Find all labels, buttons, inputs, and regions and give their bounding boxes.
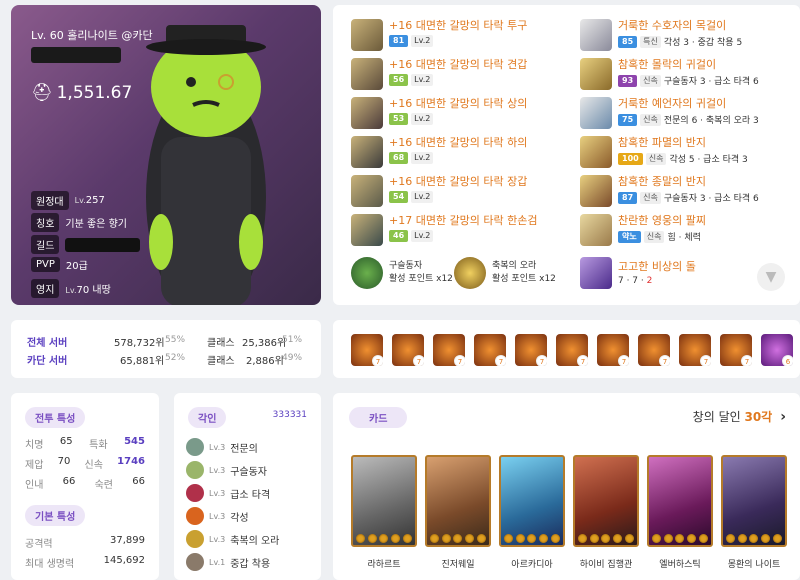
bracelet-item-icon	[580, 214, 612, 246]
item-level-value: 1,551.67	[56, 83, 133, 103]
engraving-icon	[186, 507, 204, 525]
earring-item-icon	[580, 58, 612, 90]
stone-item-icon	[580, 257, 612, 289]
stat-row: 제압 70 신속 1746	[25, 456, 145, 471]
gem-slot[interactable]: 7	[351, 334, 383, 366]
earring-item-icon	[580, 97, 612, 129]
card-name: 진저웨일	[441, 560, 475, 570]
vest-placeholder-icon: ▼	[757, 263, 785, 291]
engraving-item[interactable]: Lv.3 전문의	[186, 438, 258, 456]
engraving-item[interactable]: Lv.3 급소 타격	[186, 484, 270, 502]
stats-panel: 전투 특성 치명 65 특화 545 제압 70 신속 1746 인내 66 숙련 66 기…	[11, 393, 159, 580]
engraving-icon	[186, 461, 204, 479]
cards-header: 카드	[349, 407, 408, 428]
gem-slot[interactable]: 7	[392, 334, 424, 366]
equipment-panel: +16 대면한 갈망의 타락 투구 81 Lv.2 +16 대면한 갈망의 타락 …	[333, 5, 800, 305]
elixir-icon	[454, 257, 486, 289]
engraving-item[interactable]: Lv.1 중갑 착용	[186, 553, 270, 571]
equipment-pants[interactable]: +16 대면한 갈망의 타락 하의 68 Lv.2	[351, 136, 527, 168]
equipment-helmet[interactable]: +16 대면한 갈망의 타락 투구 81 Lv.2	[351, 19, 527, 51]
accessory-bracelet[interactable]: 찬란한 영웅의 팔찌 약노 신속 힘 · 체력	[580, 214, 706, 246]
card-item[interactable]	[573, 455, 639, 547]
engravings-panel: 각인 333331 Lv.3 전문의 Lv.3 구슬동자 Lv.3 급소 타격 Lv.…	[174, 393, 321, 580]
stat-row: 치명 65 특화 545	[25, 436, 145, 451]
accessory-ring-1[interactable]: 참혹한 파멸의 반지 100 신속 각성 5 · 급소 타격 3	[580, 136, 748, 168]
chevron-right-icon: ›	[780, 408, 786, 425]
equipment-shoulder[interactable]: +16 대면한 갈망의 타락 견갑 56 Lv.2	[351, 58, 527, 90]
elixir-1[interactable]: 구슬동자 활성 포인트 x12	[351, 257, 453, 289]
guild-row: 길드	[31, 235, 141, 254]
title-row: 칭호 기분 좋은 향기	[31, 213, 127, 232]
estate-row: 영지 Lv.70 내땅	[31, 279, 111, 298]
redacted-name	[31, 47, 121, 63]
card-name: 라하르트	[367, 560, 401, 570]
attack-row: 공격력 37,899	[25, 535, 145, 550]
equipment-chest[interactable]: +16 대면한 갈망의 타락 상의 53 Lv.2	[351, 97, 527, 129]
engraving-icon	[186, 553, 204, 571]
card-name: 몽환의 나이트	[727, 560, 781, 570]
accessory-necklace[interactable]: 거룩한 수호자의 목걸이 85 특신 각성 3 · 중갑 착용 5	[580, 19, 742, 51]
card-item[interactable]	[647, 455, 713, 547]
chest-item-icon	[351, 97, 383, 129]
helmet-icon: ⛑	[31, 83, 53, 103]
elixir-2[interactable]: 축복의 오라 활성 포인트 x12	[454, 257, 556, 289]
combat-stats-header: 전투 특성	[25, 407, 86, 428]
necklace-item-icon	[580, 19, 612, 51]
helmet-item-icon	[351, 19, 383, 51]
gem-slot[interactable]: 7	[720, 334, 752, 366]
card-item[interactable]	[499, 455, 565, 547]
gem-slot[interactable]: 7	[638, 334, 670, 366]
basic-stats-header: 기본 특성	[25, 505, 86, 526]
pvp-row: PVP 20급	[31, 257, 88, 272]
card-name: 엘버하스틱	[659, 560, 701, 570]
accessory-ring-2[interactable]: 참혹한 종말의 반지 87 신속 구슬동자 3 · 급소 타격 6	[580, 175, 759, 207]
engraving-code: 333331	[272, 410, 307, 420]
expedition-row: 원정대 Lv.257	[31, 191, 105, 210]
gem-slot[interactable]: 7	[515, 334, 547, 366]
gem-slot[interactable]: 7	[433, 334, 465, 366]
equipment-gloves[interactable]: +16 대면한 갈망의 타락 장갑 54 Lv.2	[351, 175, 527, 207]
character-panel: Lv. 60 홀리나이트 @카단 ⛑ 1,551.67 원정대 Lv.257 칭…	[11, 5, 321, 305]
character-portrait	[146, 25, 266, 305]
hp-row: 최대 생명력 145,692	[25, 555, 145, 570]
gem-slot[interactable]: 7	[474, 334, 506, 366]
gem-slot[interactable]: 7	[597, 334, 629, 366]
card-set-effect[interactable]: 창의 달인 30각 ›	[693, 408, 786, 425]
ranking-panel: 전체 서버 578,732위 55% 클래스 25,386위 51% 카단 서버…	[11, 320, 321, 378]
engraving-item[interactable]: Lv.3 구슬동자	[186, 461, 267, 479]
gem-slot[interactable]: 7	[556, 334, 588, 366]
card-name: 아르카디아	[511, 560, 553, 570]
sword-item-icon	[351, 214, 383, 246]
card-item[interactable]	[425, 455, 491, 547]
ring-item-icon	[580, 136, 612, 168]
accessory-earring-1[interactable]: 참혹한 몰락의 귀걸이 93 신속 구슬동자 3 · 급소 타격 6	[580, 58, 759, 90]
engraving-icon	[186, 438, 204, 456]
character-title: Lv. 60 홀리나이트 @카단	[31, 29, 153, 42]
ring-item-icon	[580, 175, 612, 207]
gem-slot[interactable]: 6	[761, 334, 793, 366]
engraving-icon	[186, 484, 204, 502]
cards-panel: 카드 창의 달인 30각 › 라하르트 진저웨일 아르카디아 하이비 집행관 엘…	[333, 393, 800, 580]
elixir-icon	[351, 257, 383, 289]
engraving-item[interactable]: Lv.3 축복의 오라	[186, 530, 279, 548]
accessory-earring-2[interactable]: 거룩한 예언자의 귀걸이 75 신속 전문의 6 · 축복의 오라 3	[580, 97, 759, 129]
shoulder-item-icon	[351, 58, 383, 90]
gloves-item-icon	[351, 175, 383, 207]
gem-slot[interactable]: 7	[679, 334, 711, 366]
item-level: ⛑ 1,551.67	[31, 83, 132, 103]
redacted-guild	[65, 237, 141, 252]
card-item[interactable]	[721, 455, 787, 547]
ability-stone[interactable]: 고고한 비상의 돌 7 · 7 · 2	[580, 257, 696, 289]
stat-row: 인내 66 숙련 66	[25, 476, 145, 491]
pants-item-icon	[351, 136, 383, 168]
engraving-item[interactable]: Lv.3 각성	[186, 507, 249, 525]
card-name: 하이비 집행관	[579, 560, 633, 570]
engravings-header: 각인	[188, 407, 227, 428]
gems-panel: 7 7 7 7 7 7 7 7 7 7 6	[333, 320, 800, 378]
engraving-icon	[186, 530, 204, 548]
equipment-weapon[interactable]: +17 대면한 갈망의 타락 한손검 46 Lv.2	[351, 214, 538, 246]
card-item[interactable]	[351, 455, 417, 547]
